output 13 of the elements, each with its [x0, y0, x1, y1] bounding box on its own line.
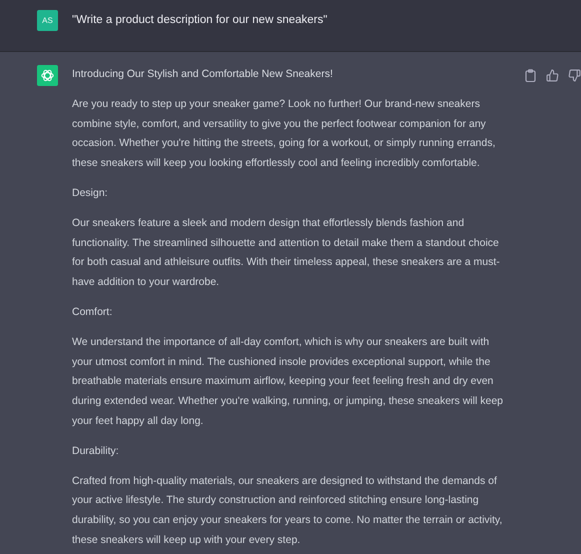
clipboard-icon[interactable]: [523, 68, 537, 82]
section-heading: Design:: [72, 186, 109, 201]
paragraph: Are you ready to step up your sneaker game? Look no further! Our brand-new sneakers combine style, comfort, and versatility to give you the perfect footwear companion for any occasion. Whether you're hitting the streets, going for a workout, or simply running errands, these sneakers will keep you looking effortlessly cool and feeling incredibly comfortable.: [72, 96, 496, 172]
paragraph: We understand the importance of all-day comfort, which is why our sneakers are built with your utmost comfort in mind. The cushioned insole provides exceptional support, while the breathable materials ensure maximum airflow, keeping your feet feeling fresh and dry even during extended wear. Whether you're walking, running, or jumping, these sneakers will keep your feet happy all day long.: [72, 334, 503, 429]
section-heading: Comfort:: [72, 304, 114, 320]
section-heading: Durability:: [72, 444, 120, 459]
thumbs-up-icon[interactable]: [545, 68, 559, 82]
paragraph: Our sneakers feature a sleek and modern design that effortlessly blends fashion and functionality. The streamlined silhouette and attention to detail make them a standout choice for both casual and athleisure outfits. With their timeless appeal, these sneakers are a must-have addition to your wardrobe.: [72, 216, 501, 290]
user-message: "Write a product description for our new sneakers": [72, 13, 328, 28]
response-title: Introducing Our Stylish and Comfortable New Sneakers!: [72, 67, 334, 82]
user-avatar: AS: [37, 10, 58, 31]
paragraph: Crafted from high-quality materials, our sneakers are designed to withstand the demands of your active lifestyle. The sturdy construction and reinforced stitching ensure long-lasting durability, so you can enjoy your sneakers for years to come. No matter the terrain or activity, these sneakers will keep up with your every step.: [72, 474, 503, 548]
thumbs-down-icon[interactable]: [567, 68, 581, 82]
